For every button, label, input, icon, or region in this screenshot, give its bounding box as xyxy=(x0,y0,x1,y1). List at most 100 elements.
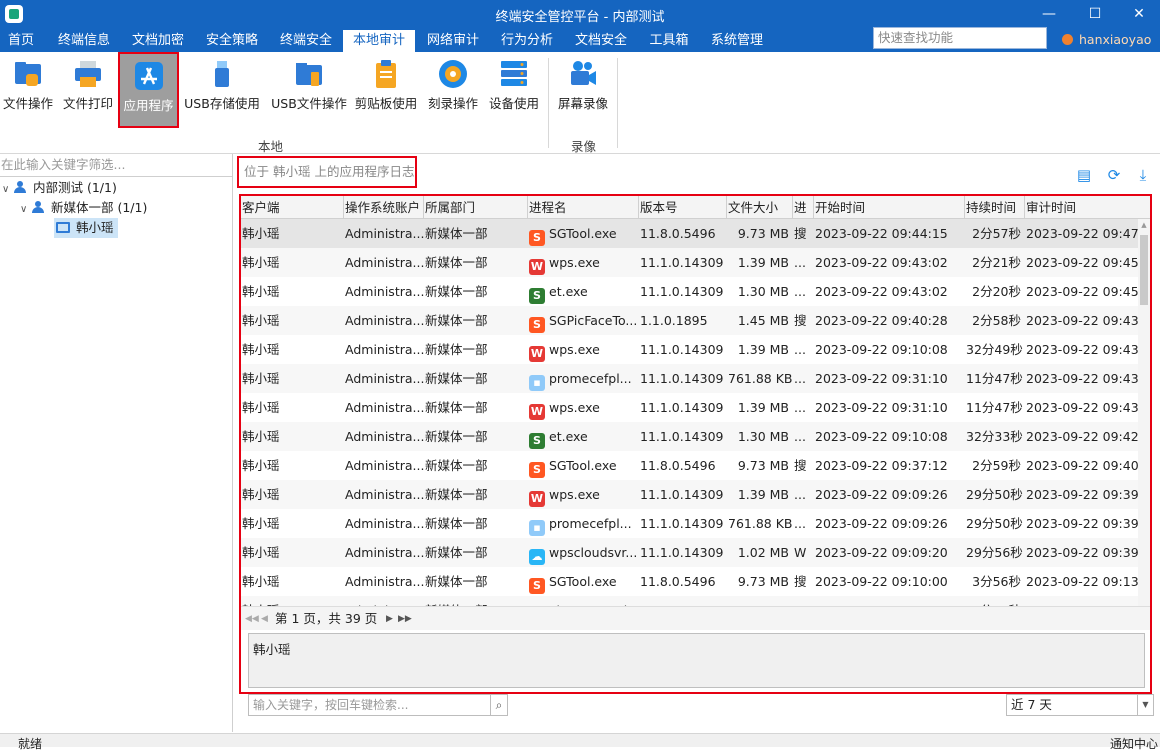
quick-search-input[interactable]: 快速查找功能 xyxy=(873,27,1047,49)
maximize-button[interactable]: ☐ xyxy=(1073,0,1117,30)
computer-icon xyxy=(56,222,70,233)
search-icon[interactable]: ⌕ xyxy=(490,694,508,716)
tree-filter-input[interactable]: 在此输入关键字筛选... xyxy=(0,154,232,177)
ribbon-device-button[interactable]: 设备使用 xyxy=(486,52,542,128)
column-header[interactable]: 版本号 xyxy=(639,196,727,219)
keyword-search-input[interactable]: 输入关键字，按回车键检索... xyxy=(248,694,491,716)
user-menu[interactable]: hanxiaoyao xyxy=(1062,30,1151,50)
collapse-icon[interactable]: ∨ xyxy=(2,180,14,200)
scrollbar-thumb[interactable] xyxy=(1140,235,1148,305)
cell-account: Administra... xyxy=(345,458,424,473)
menu-item[interactable]: 工具箱 xyxy=(639,30,699,52)
column-header[interactable]: 操作系统账户 xyxy=(344,196,424,219)
collapse-icon[interactable]: ∨ xyxy=(20,200,32,220)
cell-version: 11.1.0.14309 xyxy=(640,487,724,502)
prome-app-icon: ▪ xyxy=(529,520,545,536)
ribbon-clipboard-button[interactable]: 剪贴板使用 xyxy=(354,52,418,128)
cell-process: Set.exe xyxy=(528,422,639,451)
cell-flag: ... xyxy=(794,429,806,444)
ribbon-application-button[interactable]: 应用程序 xyxy=(118,52,179,128)
first-page-icon[interactable]: ◀◀ xyxy=(245,607,259,631)
column-header[interactable]: 客户端 xyxy=(241,196,344,219)
notification-center-link[interactable]: 通知中心 xyxy=(1110,735,1158,752)
menu-item[interactable]: 安全策略 xyxy=(196,30,268,52)
menu-item[interactable]: 终端信息 xyxy=(48,30,120,52)
close-button[interactable]: ✕ xyxy=(1117,0,1160,30)
column-header[interactable]: 开始时间 xyxy=(814,196,965,219)
ribbon-label: 文件操作 xyxy=(2,96,53,111)
menu-item[interactable]: 网络审计 xyxy=(417,30,489,52)
table-row[interactable]: 韩小瑶 Administra... 新媒体一部 S SGTool.exe 11.8.0.5… xyxy=(241,567,1138,596)
last-page-icon[interactable]: ▶▶ xyxy=(398,607,412,631)
tree-node-client[interactable]: 韩小瑶 xyxy=(54,218,118,238)
cell-duration: 29分50秒 xyxy=(966,487,1023,502)
column-header[interactable]: 持续时间 xyxy=(965,196,1025,219)
table-row[interactable]: 韩小瑶 Administra... 新媒体一部 ▪ promecefpl... 11.1.… xyxy=(241,364,1138,393)
table-row[interactable]: 韩小瑶 Administra... 新媒体一部 Wwps.exe 11.1.0.1430… xyxy=(241,393,1138,422)
cell-dept: 新媒体一部 xyxy=(425,342,488,357)
column-settings-icon[interactable]: ▤ xyxy=(1075,166,1093,184)
table-row[interactable]: 韩小瑶 Administra... 新媒体一部 Wwps.exe 11.1.0.1430… xyxy=(241,248,1138,277)
prev-page-icon[interactable]: ◀ xyxy=(261,607,268,631)
ribbon-file-operation-button[interactable]: 文件操作 xyxy=(0,52,56,128)
refresh-icon[interactable]: ⟳ xyxy=(1105,166,1123,184)
ribbon-file-print-button[interactable]: 文件打印 xyxy=(58,52,118,128)
cell-start: 2023-09-22 09:10:08 xyxy=(815,429,948,444)
menu-item[interactable]: 文档安全 xyxy=(565,30,637,52)
menu-item[interactable]: 终端安全 xyxy=(270,30,342,52)
cell-flag: 搜 xyxy=(794,226,807,241)
download-icon[interactable]: ⤓ xyxy=(1134,166,1152,184)
process-name: promecefpl... xyxy=(549,516,632,531)
table-row[interactable]: 韩小瑶 Administra... 新媒体一部 ▪ promecefpl... 11.1.… xyxy=(241,509,1138,538)
column-header[interactable]: 进 xyxy=(793,196,814,219)
table-row[interactable]: 韩小瑶 Administra... 新媒体一部 ☁ wpscloudsvr... 11.1… xyxy=(241,538,1138,567)
cell-duration: 11分47秒 xyxy=(966,400,1023,415)
cell-flag: ... xyxy=(794,400,806,415)
column-header[interactable]: 文件大小 xyxy=(727,196,793,219)
table-row[interactable]: 韩小瑶 Administra... 新媒体一部 S SGTool.exe 11.8.0.5… xyxy=(241,451,1138,480)
cell-dept: 新媒体一部 xyxy=(425,574,488,589)
ribbon-burn-button[interactable]: 刻录操作 xyxy=(424,52,482,128)
chevron-down-icon[interactable]: ▼ xyxy=(1137,695,1153,715)
cell-process: Wwps.exe xyxy=(528,248,639,277)
menu-item[interactable]: 系统管理 xyxy=(701,30,773,52)
table-row[interactable]: 韩小瑶 Administra... 新媒体一部 S SGPicFaceTo... 1.1.… xyxy=(241,306,1138,335)
minimize-button[interactable]: — xyxy=(1027,0,1071,30)
column-header[interactable]: 进程名 xyxy=(528,196,639,219)
menu-item[interactable]: 首页 xyxy=(0,30,42,52)
cell-duration: 3分56秒 xyxy=(972,574,1021,589)
table-row[interactable]: 韩小瑶Administra...新媒体一部▪PhoneExperi...1.23… xyxy=(241,596,1138,606)
cell-start: 2023-09-22 09:37:12 xyxy=(815,458,948,473)
table-row[interactable]: 韩小瑶 Administra... 新媒体一部 S SGTool.exe 11.8.0.5… xyxy=(241,219,1138,248)
ribbon-label: 文件打印 xyxy=(62,96,113,111)
time-range-select[interactable]: 近 7 天 ▼ xyxy=(1006,694,1154,716)
page-info: 第 1 页，共 39 页 xyxy=(275,611,378,626)
ribbon-label: 屏幕录像 xyxy=(557,96,608,111)
menu-item[interactable]: 行为分析 xyxy=(491,30,563,52)
sogou-app-icon: S xyxy=(529,578,545,594)
table-row[interactable]: 韩小瑶 Administra... 新媒体一部 Set.exe 11.1.0.14309… xyxy=(241,277,1138,306)
ribbon-screen-record-button[interactable]: 屏幕录像 xyxy=(554,52,612,128)
table-row[interactable]: 韩小瑶 Administra... 新媒体一部 Set.exe 11.1.0.14309… xyxy=(241,422,1138,451)
tree-node-internal-test[interactable]: ∨ 内部测试 (1/1) xyxy=(2,178,117,198)
cell-client: 韩小瑶 xyxy=(242,458,280,473)
next-page-icon[interactable]: ▶ xyxy=(386,607,393,631)
et-app-icon: S xyxy=(529,433,545,449)
cell-size: 1.39 MB xyxy=(737,487,789,502)
column-header[interactable]: 所属部门 xyxy=(424,196,528,219)
cell-start: 2023-09-22 09:43:02 xyxy=(815,255,948,270)
table-row[interactable]: 韩小瑶 Administra... 新媒体一部 Wwps.exe 11.1.0.1430… xyxy=(241,335,1138,364)
cell-size: 1.45 MB xyxy=(737,313,789,328)
cell-size: 761.88 KB xyxy=(728,371,793,386)
tree-node-new-media[interactable]: ∨ 新媒体一部 (1/1) xyxy=(20,198,147,218)
cell-account: Administra... xyxy=(345,226,424,241)
menu-item-active[interactable]: 本地审计 xyxy=(343,30,415,52)
ribbon-usb-storage-button[interactable]: USB存储使用 xyxy=(182,52,262,128)
column-header[interactable]: 审计时间 xyxy=(1025,196,1150,219)
menu-item[interactable]: 文档加密 xyxy=(122,30,194,52)
vertical-scrollbar[interactable]: ▲ xyxy=(1138,219,1150,606)
ribbon-group-record-label: 录像 xyxy=(571,139,597,154)
ribbon-usb-file-button[interactable]: USB文件操作 xyxy=(268,52,350,128)
table-row[interactable]: 韩小瑶 Administra... 新媒体一部 Wwps.exe 11.1.0.1430… xyxy=(241,480,1138,509)
scroll-up-icon[interactable]: ▲ xyxy=(1138,221,1150,229)
